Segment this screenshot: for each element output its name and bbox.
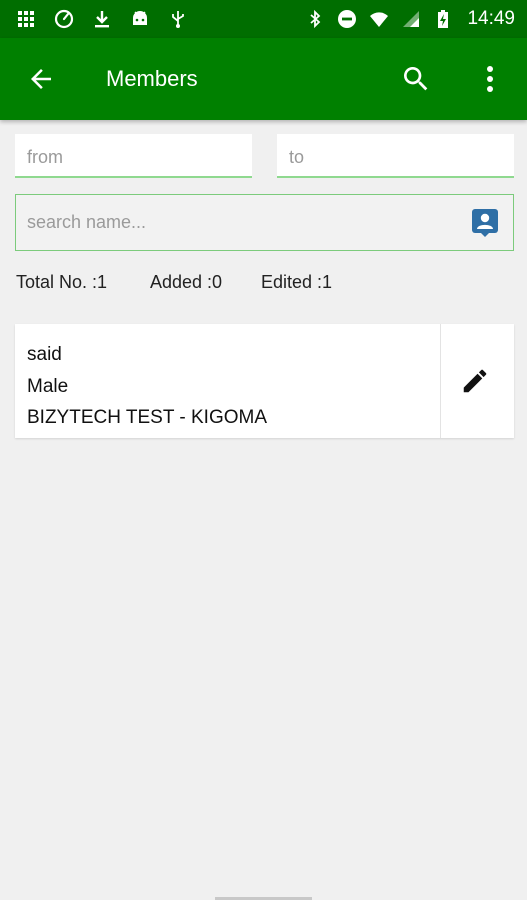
- contact-card-icon[interactable]: [471, 208, 499, 238]
- stat-added: Added :0: [150, 272, 223, 292]
- edit-icon: [463, 369, 487, 393]
- member-details[interactable]: said Male BIZYTECH TEST - KIGOMA: [15, 324, 440, 438]
- stat-total: Total No. :1: [16, 272, 108, 292]
- search-input[interactable]: [16, 195, 456, 250]
- usb-icon: [172, 11, 184, 28]
- search-icon[interactable]: [400, 63, 432, 95]
- edit-button[interactable]: [441, 324, 514, 438]
- grid-icon: [18, 11, 34, 27]
- from-date-placeholder: from: [27, 147, 63, 167]
- download-icon: [95, 11, 109, 28]
- page-title: Members: [106, 66, 198, 91]
- status-right-icons: 14:49: [305, 8, 515, 30]
- member-gender: Male: [27, 376, 69, 397]
- signal-icon: [403, 11, 420, 27]
- arrow-back-icon[interactable]: [26, 64, 56, 94]
- member-group: BIZYTECH TEST - KIGOMA: [27, 407, 267, 428]
- status-bar: 14:49: [0, 0, 527, 38]
- status-clock: 14:49: [467, 8, 515, 29]
- more-vert-icon[interactable]: [478, 63, 502, 95]
- search-box: [15, 194, 514, 251]
- member-name: said: [27, 344, 62, 365]
- app-bar: Members: [0, 38, 527, 120]
- android-icon: [133, 11, 147, 25]
- bluetooth-icon: [310, 9, 321, 29]
- wifi-icon: [370, 12, 389, 27]
- do-not-disturb-icon: [338, 10, 357, 28]
- from-date-field[interactable]: from: [15, 134, 252, 178]
- to-date-field[interactable]: to: [277, 134, 514, 178]
- speed-icon: [54, 9, 74, 29]
- battery-charging-icon: [438, 10, 449, 28]
- status-left-icons: [16, 9, 188, 29]
- list-item: said Male BIZYTECH TEST - KIGOMA: [15, 324, 514, 438]
- to-date-placeholder: to: [289, 147, 305, 167]
- stat-edited: Edited :1: [261, 272, 333, 292]
